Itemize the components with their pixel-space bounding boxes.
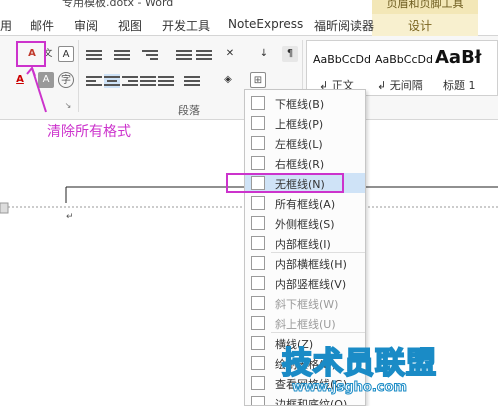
border-menu-item-label: 上框线(P)	[275, 118, 324, 131]
watermark-url: www.jsgho.com	[292, 380, 408, 396]
tab-foxit-reader[interactable]: 福昕阅读器	[314, 17, 374, 34]
multilevel-list-icon[interactable]	[142, 48, 158, 62]
tab-mailings[interactable]: 邮件	[30, 17, 54, 34]
annotation-label: 清除所有格式	[47, 124, 131, 140]
border-menu-item-label: 斜上框线(U)	[275, 318, 336, 331]
group-divider	[78, 40, 79, 112]
align-center-icon[interactable]	[104, 74, 120, 88]
style-name-heading1[interactable]: 标题 1	[443, 77, 476, 93]
border-style-icon	[251, 256, 265, 270]
enclose-chars-icon[interactable]: A	[58, 46, 74, 62]
sort-icon[interactable]: ↓	[256, 46, 272, 62]
shading-icon[interactable]: ◈	[220, 72, 236, 88]
decrease-indent-icon[interactable]	[176, 48, 192, 62]
border-style-icon	[251, 356, 265, 370]
font-dialog-launcher-icon[interactable]: ↘	[60, 98, 76, 114]
border-menu-item-label: 内部竖框线(V)	[275, 278, 347, 291]
border-menu-item[interactable]: 外侧框线(S)	[245, 213, 365, 233]
context-tab-header: 页眉和页脚工具	[372, 0, 478, 14]
tab-design[interactable]: 设计	[408, 17, 432, 34]
justify-icon[interactable]	[140, 74, 156, 88]
tab-partial[interactable]: 用	[0, 17, 12, 34]
border-style-icon	[251, 116, 265, 130]
border-style-icon	[251, 136, 265, 150]
ribbon-tabs: 用 邮件 审阅 视图 开发工具 NoteExpress 福昕阅读器 设计	[0, 14, 498, 36]
site-watermark: 技术员联盟 www.jsgho.com	[278, 338, 498, 406]
border-style-icon	[251, 276, 265, 290]
show-marks-icon[interactable]: ¶	[282, 46, 298, 62]
tab-review[interactable]: 审阅	[74, 17, 98, 34]
border-style-icon	[251, 236, 265, 250]
border-menu-item-label: 下框线(B)	[275, 98, 325, 111]
char-shading-icon[interactable]: A	[38, 72, 54, 88]
style-sample-normal[interactable]: AaBbCcDd	[313, 53, 371, 66]
border-style-icon	[251, 296, 265, 310]
clear-formatting-highlight	[16, 41, 46, 67]
border-menu-item-label: 内部横框线(H)	[275, 258, 347, 271]
watermark-logo: 技术员联盟	[281, 345, 437, 382]
border-style-icon	[251, 336, 265, 350]
border-menu-item-label: 斜下框线(W)	[275, 298, 339, 311]
border-menu-item: 斜上框线(U)	[245, 313, 365, 333]
align-left-icon[interactable]	[86, 74, 102, 88]
border-menu-item[interactable]: 内部竖框线(V)	[245, 273, 365, 293]
border-menu-item[interactable]: 下框线(B)	[245, 93, 365, 113]
font-color-icon[interactable]: A	[12, 72, 28, 88]
asian-layout-icon[interactable]: ✕	[222, 46, 238, 62]
tab-view[interactable]: 视图	[118, 17, 142, 34]
border-menu-item-label: 左框线(L)	[275, 138, 323, 151]
border-menu-item: 斜下框线(W)	[245, 293, 365, 313]
distributed-icon[interactable]	[158, 74, 174, 88]
border-style-icon	[251, 96, 265, 110]
no-border-highlight	[226, 173, 344, 193]
border-menu-item[interactable]: 所有框线(A)	[245, 193, 365, 213]
tab-developer[interactable]: 开发工具	[162, 17, 210, 34]
tab-noteexpress[interactable]: NoteExpress	[228, 17, 303, 31]
window-title: 专用模板.dotx - Word	[62, 0, 174, 9]
border-style-icon	[251, 156, 265, 170]
border-menu-item-label: 所有框线(A)	[275, 198, 336, 211]
enclosed-char-icon[interactable]: 字	[58, 72, 74, 88]
borders-icon[interactable]: ⊞	[250, 72, 266, 88]
border-style-icon	[251, 376, 265, 390]
border-menu-item-label: 外侧框线(S)	[275, 218, 335, 231]
border-style-icon	[251, 216, 265, 230]
border-menu-item[interactable]: 左框线(L)	[245, 133, 365, 153]
border-menu-item-label: 内部框线(I)	[275, 238, 331, 251]
increase-indent-icon[interactable]	[196, 48, 212, 62]
border-menu-item[interactable]: 内部框线(I)	[245, 233, 365, 253]
styles-gallery: AaBbCcDd ↲ 正文 AaBbCcDd ↲ 无间隔 AaBł 标题 1	[306, 40, 498, 96]
bullets-icon[interactable]	[86, 48, 102, 62]
border-menu-item-label: 右框线(R)	[275, 158, 325, 171]
border-style-icon	[251, 196, 265, 210]
line-spacing-icon[interactable]	[184, 74, 200, 88]
border-menu-item[interactable]: 上框线(P)	[245, 113, 365, 133]
numbering-icon[interactable]	[114, 48, 130, 62]
style-name-no-spacing[interactable]: ↲ 无间隔	[377, 77, 423, 93]
svg-text:↵: ↵	[66, 212, 74, 222]
style-sample-heading1[interactable]: AaBł	[435, 47, 481, 68]
title-bar: 专用模板.dotx - Word 页眉和页脚工具	[0, 0, 498, 14]
style-sample-no-spacing[interactable]: AaBbCcDd	[375, 53, 433, 66]
border-menu-item[interactable]: 右框线(R)	[245, 153, 365, 173]
border-style-icon	[251, 316, 265, 330]
align-right-icon[interactable]	[122, 74, 138, 88]
border-menu-item[interactable]: 内部横框线(H)	[245, 253, 365, 273]
border-style-icon	[251, 396, 265, 405]
paragraph-group-label: 段落	[178, 104, 200, 117]
